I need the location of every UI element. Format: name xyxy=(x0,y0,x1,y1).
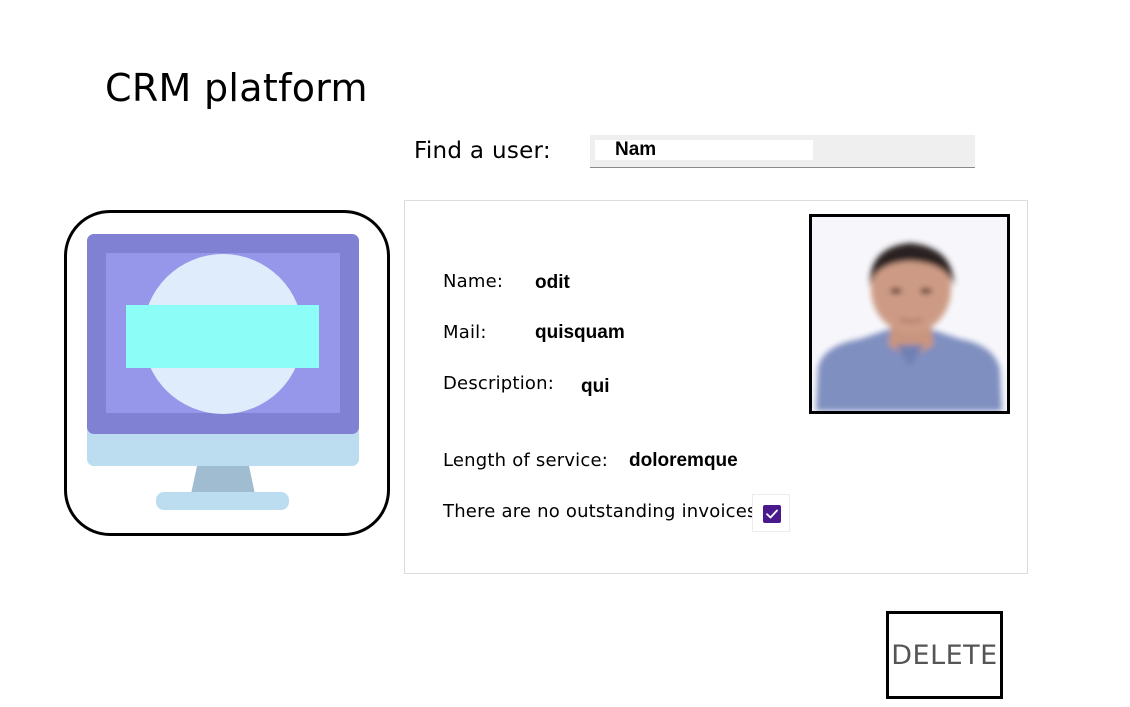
service-label: Length of service: xyxy=(443,450,609,471)
user-photo xyxy=(809,214,1010,414)
user-details-panel: Name: odit Mail: quisquam Description: q… xyxy=(404,200,1028,574)
search-field[interactable] xyxy=(590,135,975,168)
name-value: odit xyxy=(535,272,570,293)
app-title: CRM platform xyxy=(105,66,368,110)
mail-value: quisquam xyxy=(535,322,625,343)
user-portrait-photo xyxy=(812,217,1007,411)
monitor-illustration xyxy=(64,210,390,536)
delete-button[interactable]: DELETE xyxy=(886,611,1003,699)
find-user-label: Find a user: xyxy=(414,138,551,164)
description-label: Description: xyxy=(443,373,554,394)
invoices-checkbox-container[interactable] xyxy=(752,494,790,532)
mail-label: Mail: xyxy=(443,322,487,343)
checkmark-icon xyxy=(766,509,778,519)
service-value: doloremque xyxy=(629,450,738,471)
computer-monitor-icon xyxy=(87,234,359,510)
invoices-checkbox[interactable] xyxy=(763,505,781,523)
search-input[interactable] xyxy=(595,140,813,160)
description-value: qui xyxy=(581,376,610,397)
name-label: Name: xyxy=(443,271,504,292)
invoices-label: There are no outstanding invoices xyxy=(443,501,757,522)
